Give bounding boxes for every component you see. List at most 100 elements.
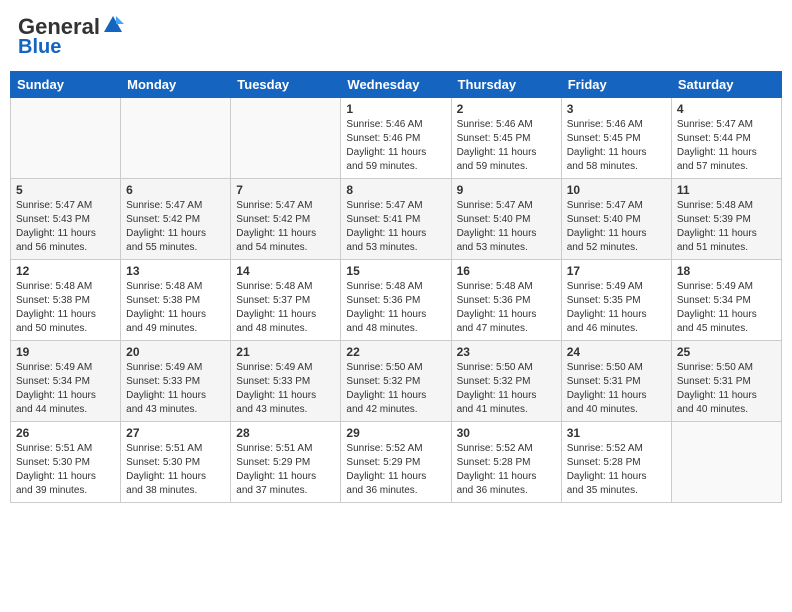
calendar-cell: 30Sunrise: 5:52 AMSunset: 5:28 PMDayligh… xyxy=(451,422,561,503)
day-info: Sunrise: 5:48 AMSunset: 5:36 PMDaylight:… xyxy=(457,281,537,334)
day-info: Sunrise: 5:48 AMSunset: 5:38 PMDaylight:… xyxy=(126,281,206,334)
calendar-week-2: 5 Sunrise: 5:47 AMSunset: 5:43 PMDaylight… xyxy=(11,179,782,260)
day-number: 14 xyxy=(236,264,335,278)
calendar-cell: 13Sunrise: 5:48 AMSunset: 5:38 PMDayligh… xyxy=(121,260,231,341)
day-number: 8 xyxy=(346,183,445,197)
day-number: 23 xyxy=(457,345,556,359)
day-info: Sunrise: 5:47 AMSunset: 5:42 PMDaylight:… xyxy=(126,200,206,253)
calendar-cell: 4 Sunrise: 5:47 AMSunset: 5:44 PMDaylight… xyxy=(671,98,781,179)
col-saturday: Saturday xyxy=(671,72,781,98)
day-number: 29 xyxy=(346,426,445,440)
calendar-cell: 31Sunrise: 5:52 AMSunset: 5:28 PMDayligh… xyxy=(561,422,671,503)
calendar-cell: 8 Sunrise: 5:47 AMSunset: 5:41 PMDaylight… xyxy=(341,179,451,260)
calendar-cell xyxy=(671,422,781,503)
col-tuesday: Tuesday xyxy=(231,72,341,98)
day-number: 18 xyxy=(677,264,776,278)
day-info: Sunrise: 5:47 AMSunset: 5:43 PMDaylight:… xyxy=(16,200,96,253)
day-info: Sunrise: 5:50 AMSunset: 5:32 PMDaylight:… xyxy=(346,362,426,415)
logo-icon xyxy=(102,14,124,36)
col-friday: Friday xyxy=(561,72,671,98)
day-info: Sunrise: 5:49 AMSunset: 5:34 PMDaylight:… xyxy=(677,281,757,334)
calendar-cell: 9Sunrise: 5:47 AMSunset: 5:40 PMDaylight… xyxy=(451,179,561,260)
calendar-cell: 27 Sunrise: 5:51 AMSunset: 5:30 PMDayligh… xyxy=(121,422,231,503)
day-info: Sunrise: 5:48 AMSunset: 5:36 PMDaylight:… xyxy=(346,281,426,334)
calendar-cell: 18 Sunrise: 5:49 AMSunset: 5:34 PMDayligh… xyxy=(671,260,781,341)
day-info: Sunrise: 5:47 AMSunset: 5:44 PMDaylight:… xyxy=(677,119,757,172)
calendar-week-3: 12 Sunrise: 5:48 AMSunset: 5:38 PMDayligh… xyxy=(11,260,782,341)
calendar-week-4: 19Sunrise: 5:49 AMSunset: 5:34 PMDayligh… xyxy=(11,341,782,422)
calendar-cell: 7 Sunrise: 5:47 AMSunset: 5:42 PMDaylight… xyxy=(231,179,341,260)
day-number: 30 xyxy=(457,426,556,440)
day-number: 12 xyxy=(16,264,115,278)
calendar-cell xyxy=(121,98,231,179)
day-info: Sunrise: 5:52 AMSunset: 5:28 PMDaylight:… xyxy=(567,443,647,496)
day-info: Sunrise: 5:50 AMSunset: 5:31 PMDaylight:… xyxy=(567,362,647,415)
day-number: 27 xyxy=(126,426,225,440)
day-info: Sunrise: 5:48 AMSunset: 5:39 PMDaylight:… xyxy=(677,200,757,253)
calendar-cell: 15 Sunrise: 5:48 AMSunset: 5:36 PMDayligh… xyxy=(341,260,451,341)
day-info: Sunrise: 5:49 AMSunset: 5:33 PMDaylight:… xyxy=(126,362,206,415)
col-thursday: Thursday xyxy=(451,72,561,98)
calendar-week-1: 1 Sunrise: 5:46 AMSunset: 5:46 PMDaylight… xyxy=(11,98,782,179)
day-number: 3 xyxy=(567,102,666,116)
calendar-cell: 23 Sunrise: 5:50 AMSunset: 5:32 PMDayligh… xyxy=(451,341,561,422)
calendar-cell: 14Sunrise: 5:48 AMSunset: 5:37 PMDayligh… xyxy=(231,260,341,341)
calendar-cell: 26 Sunrise: 5:51 AMSunset: 5:30 PMDayligh… xyxy=(11,422,121,503)
calendar-cell: 5 Sunrise: 5:47 AMSunset: 5:43 PMDaylight… xyxy=(11,179,121,260)
calendar-cell: 24 Sunrise: 5:50 AMSunset: 5:31 PMDayligh… xyxy=(561,341,671,422)
col-wednesday: Wednesday xyxy=(341,72,451,98)
page-header: General Blue xyxy=(10,10,782,63)
day-number: 19 xyxy=(16,345,115,359)
day-info: Sunrise: 5:46 AMSunset: 5:45 PMDaylight:… xyxy=(567,119,647,172)
calendar-cell: 10Sunrise: 5:47 AMSunset: 5:40 PMDayligh… xyxy=(561,179,671,260)
day-number: 25 xyxy=(677,345,776,359)
day-number: 24 xyxy=(567,345,666,359)
day-number: 16 xyxy=(457,264,556,278)
day-info: Sunrise: 5:51 AMSunset: 5:30 PMDaylight:… xyxy=(16,443,96,496)
calendar-cell: 1 Sunrise: 5:46 AMSunset: 5:46 PMDaylight… xyxy=(341,98,451,179)
day-info: Sunrise: 5:48 AMSunset: 5:38 PMDaylight:… xyxy=(16,281,96,334)
day-number: 26 xyxy=(16,426,115,440)
calendar-cell: 17 Sunrise: 5:49 AMSunset: 5:35 PMDayligh… xyxy=(561,260,671,341)
day-number: 15 xyxy=(346,264,445,278)
day-number: 28 xyxy=(236,426,335,440)
col-sunday: Sunday xyxy=(11,72,121,98)
calendar-body: 1 Sunrise: 5:46 AMSunset: 5:46 PMDaylight… xyxy=(11,98,782,503)
day-info: Sunrise: 5:47 AMSunset: 5:42 PMDaylight:… xyxy=(236,200,316,253)
calendar-cell: 12 Sunrise: 5:48 AMSunset: 5:38 PMDayligh… xyxy=(11,260,121,341)
col-monday: Monday xyxy=(121,72,231,98)
calendar-cell xyxy=(11,98,121,179)
day-info: Sunrise: 5:52 AMSunset: 5:29 PMDaylight:… xyxy=(346,443,426,496)
day-info: Sunrise: 5:49 AMSunset: 5:35 PMDaylight:… xyxy=(567,281,647,334)
day-number: 6 xyxy=(126,183,225,197)
calendar-cell: 21 Sunrise: 5:49 AMSunset: 5:33 PMDayligh… xyxy=(231,341,341,422)
day-info: Sunrise: 5:50 AMSunset: 5:32 PMDaylight:… xyxy=(457,362,537,415)
day-number: 9 xyxy=(457,183,556,197)
day-info: Sunrise: 5:47 AMSunset: 5:41 PMDaylight:… xyxy=(346,200,426,253)
day-info: Sunrise: 5:51 AMSunset: 5:29 PMDaylight:… xyxy=(236,443,316,496)
calendar-cell: 3 Sunrise: 5:46 AMSunset: 5:45 PMDaylight… xyxy=(561,98,671,179)
calendar-cell: 22 Sunrise: 5:50 AMSunset: 5:32 PMDayligh… xyxy=(341,341,451,422)
calendar-cell xyxy=(231,98,341,179)
day-number: 7 xyxy=(236,183,335,197)
calendar-cell: 28 Sunrise: 5:51 AMSunset: 5:29 PMDayligh… xyxy=(231,422,341,503)
calendar-cell: 2Sunrise: 5:46 AMSunset: 5:45 PMDaylight… xyxy=(451,98,561,179)
calendar-header-row: Sunday Monday Tuesday Wednesday Thursday… xyxy=(11,72,782,98)
day-info: Sunrise: 5:49 AMSunset: 5:33 PMDaylight:… xyxy=(236,362,316,415)
day-number: 1 xyxy=(346,102,445,116)
calendar-cell: 29 Sunrise: 5:52 AMSunset: 5:29 PMDayligh… xyxy=(341,422,451,503)
day-info: Sunrise: 5:51 AMSunset: 5:30 PMDaylight:… xyxy=(126,443,206,496)
day-info: Sunrise: 5:46 AMSunset: 5:46 PMDaylight:… xyxy=(346,119,426,172)
calendar-cell: 16 Sunrise: 5:48 AMSunset: 5:36 PMDayligh… xyxy=(451,260,561,341)
day-number: 4 xyxy=(677,102,776,116)
calendar-cell: 11Sunrise: 5:48 AMSunset: 5:39 PMDayligh… xyxy=(671,179,781,260)
calendar-cell: 6 Sunrise: 5:47 AMSunset: 5:42 PMDaylight… xyxy=(121,179,231,260)
calendar-cell: 20Sunrise: 5:49 AMSunset: 5:33 PMDayligh… xyxy=(121,341,231,422)
day-info: Sunrise: 5:50 AMSunset: 5:31 PMDaylight:… xyxy=(677,362,757,415)
day-number: 17 xyxy=(567,264,666,278)
day-number: 22 xyxy=(346,345,445,359)
day-info: Sunrise: 5:46 AMSunset: 5:45 PMDaylight:… xyxy=(457,119,537,172)
day-number: 5 xyxy=(16,183,115,197)
day-number: 21 xyxy=(236,345,335,359)
logo-blue: Blue xyxy=(18,36,61,59)
